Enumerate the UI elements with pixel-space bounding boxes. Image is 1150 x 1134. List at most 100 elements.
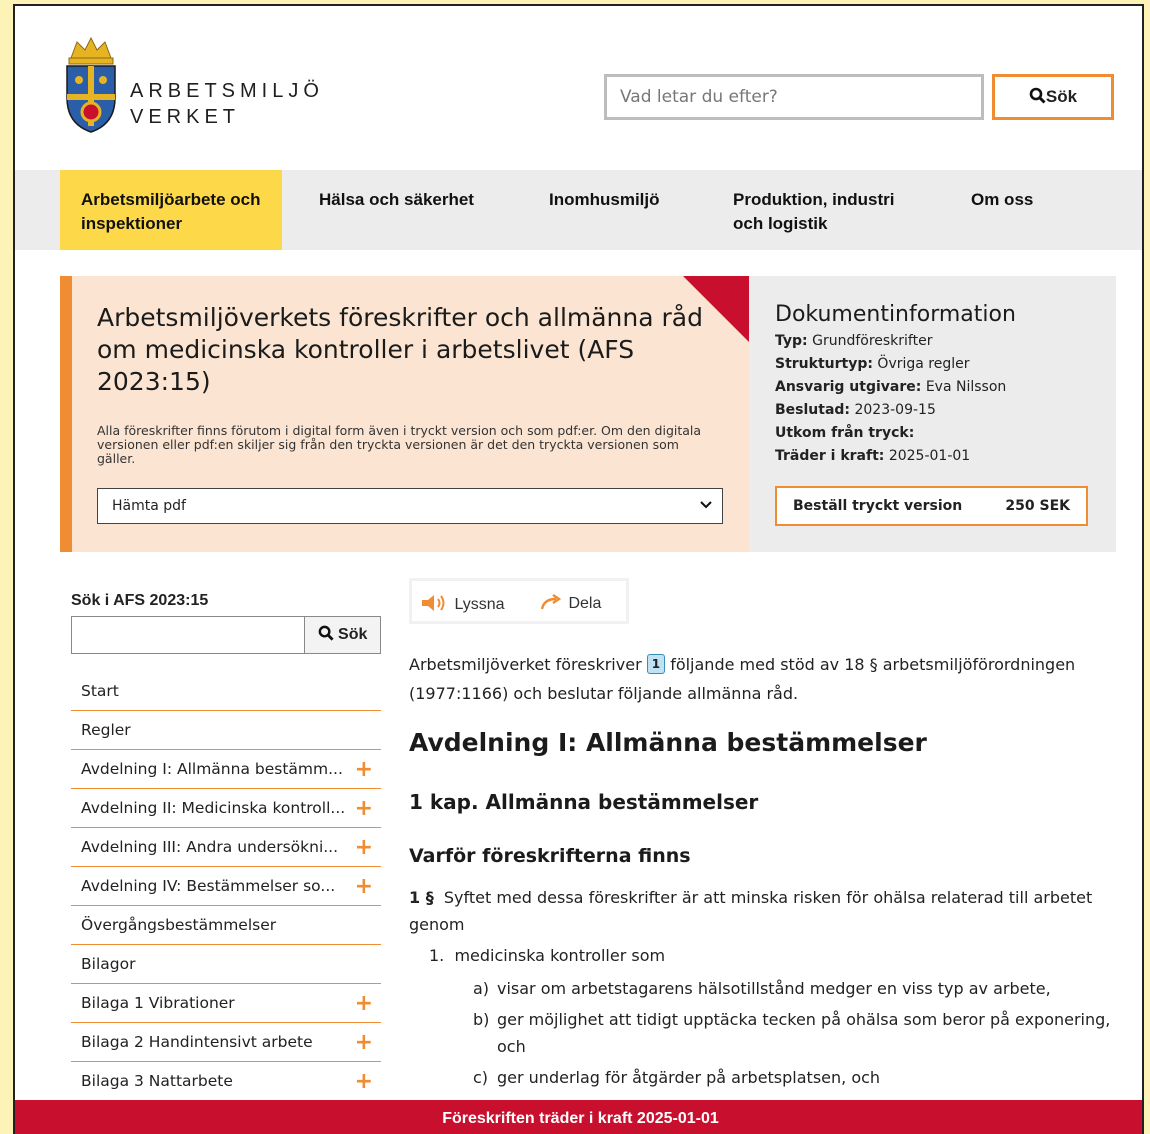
paragraph-1: 1 § Syftet med dessa föreskrifter är att… — [409, 888, 1093, 934]
intro-paragraph: Arbetsmiljöverket föreskriver 1 följande… — [409, 654, 1076, 703]
nav-item-label: Om oss — [971, 190, 1034, 209]
nav-item-om-oss[interactable]: Om oss — [971, 170, 1071, 250]
document-title: Arbetsmiljöverkets föreskrifter och allm… — [97, 303, 703, 396]
docinfo-row: Typ: Grundföreskrifter — [775, 333, 933, 349]
lettered-list-item: a) visar om arbetstagarens hälsotillstånd… — [473, 975, 1113, 1002]
list-marker: c) — [473, 1068, 489, 1087]
docinfo-row: Beslutad: 2023-09-15 — [775, 402, 936, 418]
list-text: visar om arbetstagarens hälsotillstånd m… — [497, 979, 1051, 998]
sidebar-item-label: Bilagor — [81, 955, 136, 973]
sidebar-item[interactable]: Bilaga 2 Handintensivt arbete + — [71, 1023, 381, 1062]
nav-item-label: Hälsa och säkerhet — [319, 190, 474, 209]
sidebar-search-input[interactable] — [71, 616, 305, 654]
list-text: ger underlag för åtgärder på arbetsplats… — [497, 1068, 881, 1087]
list-text: ger möjlighet att tidigt upptäcka tecken… — [497, 1010, 1111, 1056]
nav-item-halsa[interactable]: Hälsa och säkerhet — [319, 170, 519, 250]
logo-line-1: ARBETSMILJÖ — [130, 80, 324, 102]
sidebar-item[interactable]: Avdelning I: Allmänna bestämm... + — [71, 750, 381, 789]
plus-icon[interactable]: + — [355, 789, 373, 828]
plus-icon[interactable]: + — [355, 828, 373, 867]
sidebar-item-label: Bilaga 3 Nattarbete — [81, 1072, 233, 1090]
docinfo-row: Ansvarig utgivare: Eva Nilsson — [775, 379, 1007, 395]
footnote-reference[interactable]: 1 — [646, 654, 666, 674]
nav-item-inomhusmiljo[interactable]: Inomhusmiljö — [549, 170, 699, 250]
sidebar-item-label: Avdelning II: Medicinska kontroll... — [81, 799, 346, 817]
sidebar-item[interactable]: Avdelning II: Medicinska kontroll... + — [71, 789, 381, 828]
page: ARBETSMILJÖ VERKET Vad letar du efter? S… — [13, 4, 1144, 1134]
search-icon — [1029, 87, 1046, 104]
sidebar-item[interactable]: Regler — [71, 711, 381, 750]
coat-of-arms-icon — [66, 36, 116, 133]
docinfo-row: Utkom från tryck: — [775, 425, 915, 441]
lettered-list: a) visar om arbetstagarens hälsotillstånd… — [473, 975, 1113, 1095]
pdf-download-select[interactable]: Hämta pdf — [97, 488, 723, 524]
sidebar-item-label: Bilaga 2 Handintensivt arbete — [81, 1033, 313, 1051]
sidebar-item-label: Start — [81, 682, 119, 700]
sidebar-item[interactable]: Bilagor — [71, 945, 381, 984]
sidebar-item-label: Övergångsbestämmelser — [81, 916, 277, 934]
search-icon — [318, 625, 334, 641]
plus-icon[interactable]: + — [355, 1023, 373, 1062]
sidebar-item-label: Avdelning III: Andra undersökni... — [81, 838, 339, 856]
share-button[interactable]: Dela — [540, 593, 601, 613]
document-info-heading: Dokumentinformation — [775, 302, 1016, 327]
sidebar-item[interactable]: Bilaga 1 Vibrationer + — [71, 984, 381, 1023]
numbered-list-item: 1. medicinska kontroller som — [429, 946, 666, 965]
plus-icon[interactable]: + — [355, 867, 373, 906]
nav-item-produktion[interactable]: Produktion, industri och logistik — [733, 170, 933, 250]
order-price: 250 SEK — [1005, 498, 1070, 514]
plus-icon[interactable]: + — [355, 984, 373, 1023]
document-info-panel: Dokumentinformation Typ: Grundföreskrift… — [749, 276, 1116, 552]
effective-date-banner: Föreskriften träder i kraft 2025-01-01 — [15, 1100, 1142, 1134]
order-print-button[interactable]: Beställ tryckt version 250 SEK — [775, 486, 1088, 526]
page-tools: Lyssna Dela — [409, 578, 629, 624]
document-note: Alla föreskrifter finns förutom i digita… — [97, 423, 702, 466]
sidebar-item[interactable]: Start — [71, 672, 381, 711]
logo-text: ARBETSMILJÖ VERKET — [130, 78, 324, 130]
sidebar-item-label: Regler — [81, 721, 131, 739]
list-marker: b) — [473, 1010, 490, 1029]
docinfo-row: Träder i kraft: 2025-01-01 — [775, 448, 971, 464]
listen-label: Lyssna — [454, 596, 505, 613]
pdf-select-value: Hämta pdf — [112, 498, 186, 514]
nav-item-label: Produktion, industri och logistik — [733, 190, 895, 233]
plus-icon[interactable]: + — [355, 1062, 373, 1101]
logo-line-2: VERKET — [130, 106, 241, 128]
nav-item-arbetsmiljoarbete[interactable]: Arbetsmiljöarbete och inspektioner — [60, 170, 282, 250]
section-heading-avdelning: Avdelning I: Allmänna bestämmelser — [409, 728, 927, 757]
sidebar-item[interactable]: Övergångsbestämmelser — [71, 906, 381, 945]
chevron-down-icon — [700, 489, 712, 523]
sidebar-search-button[interactable]: Sök — [304, 616, 381, 654]
nav-item-label: Arbetsmiljöarbete och inspektioner — [81, 190, 261, 233]
sidebar-item[interactable]: Bilaga 3 Nattarbete + — [71, 1062, 381, 1101]
plus-icon[interactable]: + — [355, 750, 373, 789]
sidebar-item[interactable]: Avdelning IV: Bestämmelser so... + — [71, 867, 381, 906]
share-label: Dela — [568, 595, 602, 612]
site-search-input[interactable]: Vad letar du efter? — [604, 74, 984, 120]
main-nav: Arbetsmiljöarbete och inspektioner Hälsa… — [15, 170, 1142, 250]
paragraph-number: 1 § — [409, 888, 434, 907]
sidebar-nav: Start Regler Avdelning I: Allmänna bestämm… — [71, 672, 381, 1101]
docinfo-row: Strukturtyp: Övriga regler — [775, 356, 970, 372]
site-search-button[interactable]: Sök — [992, 74, 1114, 120]
sidebar-item-label: Bilaga 1 Vibrationer — [81, 994, 235, 1012]
sidebar-item[interactable]: Avdelning III: Andra undersökni... + — [71, 828, 381, 867]
list-marker: a) — [473, 979, 490, 998]
listen-button[interactable]: Lyssna — [420, 593, 505, 614]
chapter-heading: 1 kap. Allmänna bestämmelser — [409, 790, 759, 814]
site-logo[interactable]: ARBETSMILJÖ VERKET — [59, 36, 319, 136]
order-label: Beställ tryckt version — [793, 498, 963, 514]
subheading: Varför föreskrifterna finns — [409, 845, 691, 867]
lettered-list-item: b) ger möjlighet att tidigt upptäcka teck… — [473, 1006, 1113, 1060]
sidebar-item-label: Avdelning IV: Bestämmelser so... — [81, 877, 336, 895]
lettered-list-item: c) ger underlag för åtgärder på arbetspla… — [473, 1064, 1113, 1091]
sidebar-search-title: Sök i AFS 2023:15 — [71, 592, 209, 609]
document-banner: Arbetsmiljöverkets föreskrifter och allm… — [60, 276, 749, 552]
share-arrow-icon — [540, 594, 562, 610]
site-search-button-label: Sök — [1045, 87, 1078, 106]
site-search-placeholder: Vad letar du efter? — [620, 87, 778, 107]
sidebar-item-label: Avdelning I: Allmänna bestämm... — [81, 760, 343, 778]
sidebar-search-button-label: Sök — [338, 626, 368, 643]
speaker-icon — [422, 595, 445, 611]
nav-item-label: Inomhusmiljö — [549, 190, 660, 209]
